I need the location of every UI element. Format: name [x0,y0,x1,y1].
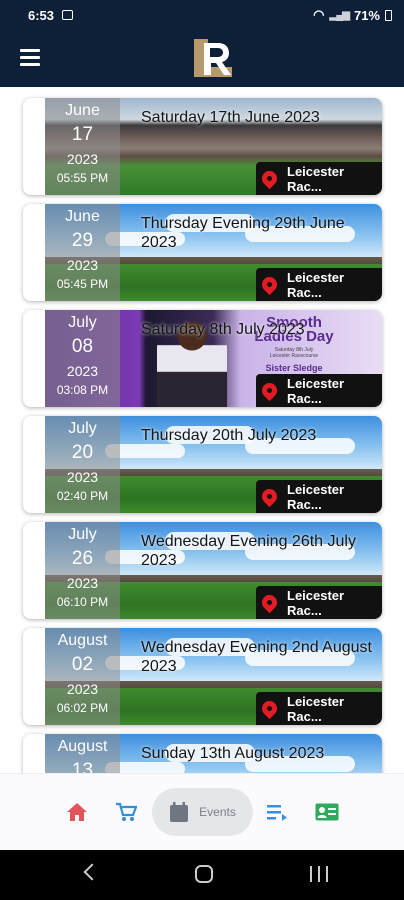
event-day: 13 [71,760,94,773]
playlist-icon [267,805,287,821]
event-venue[interactable]: Leicester Rac... [256,162,382,195]
tab-home[interactable] [66,800,88,824]
event-month: August [57,738,108,755]
event-month: July [68,420,97,437]
tab-list[interactable] [266,800,288,824]
event-venue-label: Leicester Rac... [287,587,345,618]
tab-membership[interactable] [315,800,339,824]
location-pin-icon [258,485,281,508]
event-card[interactable]: July 26 2023 06:10 PM Wednesday Evening 26th… [23,522,382,619]
event-date-box: August 02 2023 06:02 PM [45,628,120,725]
event-date-box: July 20 2023 02:40 PM [45,416,120,513]
location-pin-icon [258,591,281,614]
event-venue-label: Leicester Rac... [287,693,345,724]
event-venue-label: Leicester Rac... [287,375,345,406]
event-title: Saturday 8th July 2023 [141,321,305,338]
event-day: 02 [71,654,94,675]
event-year: 2023 [66,575,99,591]
tab-events-label: Events [199,805,236,819]
location-pin-icon [258,697,281,720]
event-date-box: July 08 2023 03:08 PM [45,310,120,407]
calendar-icon [170,802,189,822]
menu-icon[interactable] [20,49,40,66]
bottom-tab-bar: Events [0,773,404,850]
event-date-box: June 29 2023 05:45 PM [45,204,120,301]
event-time: 05:45 PM [56,277,109,291]
event-venue-label: Leicester Rac... [287,163,345,194]
status-bar: 6:53 ◠ ▂▄▆ 71% [0,0,404,30]
event-year: 2023 [66,257,99,273]
event-year: 2023 [66,363,99,379]
event-time: 03:08 PM [56,383,109,397]
event-venue-label: Leicester Rac... [287,481,345,512]
event-date-box: June 17 2023 05:55 PM [45,98,120,195]
gallery-icon [62,10,74,20]
event-title: Sunday 13th August 2023 [141,745,325,762]
event-year: 2023 [66,151,99,167]
event-venue[interactable]: Leicester Rac... [256,374,382,407]
event-month: June [65,208,100,225]
app-bar: R [0,30,404,87]
event-time: 02:40 PM [56,489,109,503]
event-month: August [57,632,108,649]
event-list[interactable]: June 17 2023 05:55 PM Saturday 17th June 202… [0,87,404,773]
event-time: 06:10 PM [56,595,109,609]
event-title: Saturday 17th June 2023 [141,109,320,126]
tab-events[interactable]: Events [152,788,253,836]
event-venue-label: Leicester Rac... [287,269,345,300]
event-day: 20 [71,442,94,463]
event-card[interactable]: Smooth Ladies Day Saturday 8th July Leicest… [23,310,382,407]
event-year: 2023 [66,469,99,485]
event-venue[interactable]: Leicester Rac... [256,268,382,301]
event-card[interactable]: August 02 2023 06:02 PM Wednesday Evening 2n… [23,628,382,725]
signal-icon: ▂▄▆ [329,9,350,21]
event-time: 06:02 PM [56,701,109,715]
event-date-box: July 26 2023 06:10 PM [45,522,120,619]
event-title: Thursday Evening 29th June 2023 [141,215,345,251]
location-pin-icon [258,167,281,190]
nav-recents-icon[interactable] [310,866,328,882]
battery-text: 71% [353,7,380,23]
event-card[interactable]: June 29 2023 05:45 PM Thursday Evening 29th … [23,204,382,301]
status-right: ◠ ▂▄▆ 71% [313,7,392,23]
nav-home-icon[interactable] [195,865,213,883]
cart-icon [116,802,137,821]
location-pin-icon [258,273,281,296]
event-month: June [65,102,100,119]
racecourse-logo: R [194,39,232,77]
event-day: 17 [71,124,94,145]
battery-icon [385,9,392,21]
event-venue[interactable]: Leicester Rac... [256,586,382,619]
home-icon [67,803,87,821]
event-day: 08 [71,336,94,357]
nav-back-icon[interactable] [83,863,101,881]
event-month: July [68,314,97,331]
location-pin-icon [258,379,281,402]
id-card-icon [315,803,339,821]
event-month: July [68,526,97,543]
event-venue[interactable]: Leicester Rac... [256,480,382,513]
event-day: 26 [71,548,94,569]
event-title: Wednesday Evening 2nd August 2023 [141,639,372,675]
wifi-icon: ◠ [313,7,325,22]
event-year: 2023 [66,681,99,697]
event-venue[interactable]: Leicester Rac... [256,692,382,725]
event-card[interactable]: August132023Sunday 13th August 2023 [23,734,382,773]
event-time: 05:55 PM [56,171,109,185]
event-card[interactable]: July 20 2023 02:40 PM Thursday 20th July 202… [23,416,382,513]
event-title: Wednesday Evening 26th July 2023 [141,533,356,569]
tab-cart[interactable] [115,800,137,824]
event-date-box: August132023 [45,734,120,773]
event-day: 29 [71,230,94,251]
event-card[interactable]: June 17 2023 05:55 PM Saturday 17th June 202… [23,98,382,195]
status-time: 6:53 [28,7,55,23]
system-nav-bar [0,850,404,900]
event-title: Thursday 20th July 2023 [141,427,317,444]
